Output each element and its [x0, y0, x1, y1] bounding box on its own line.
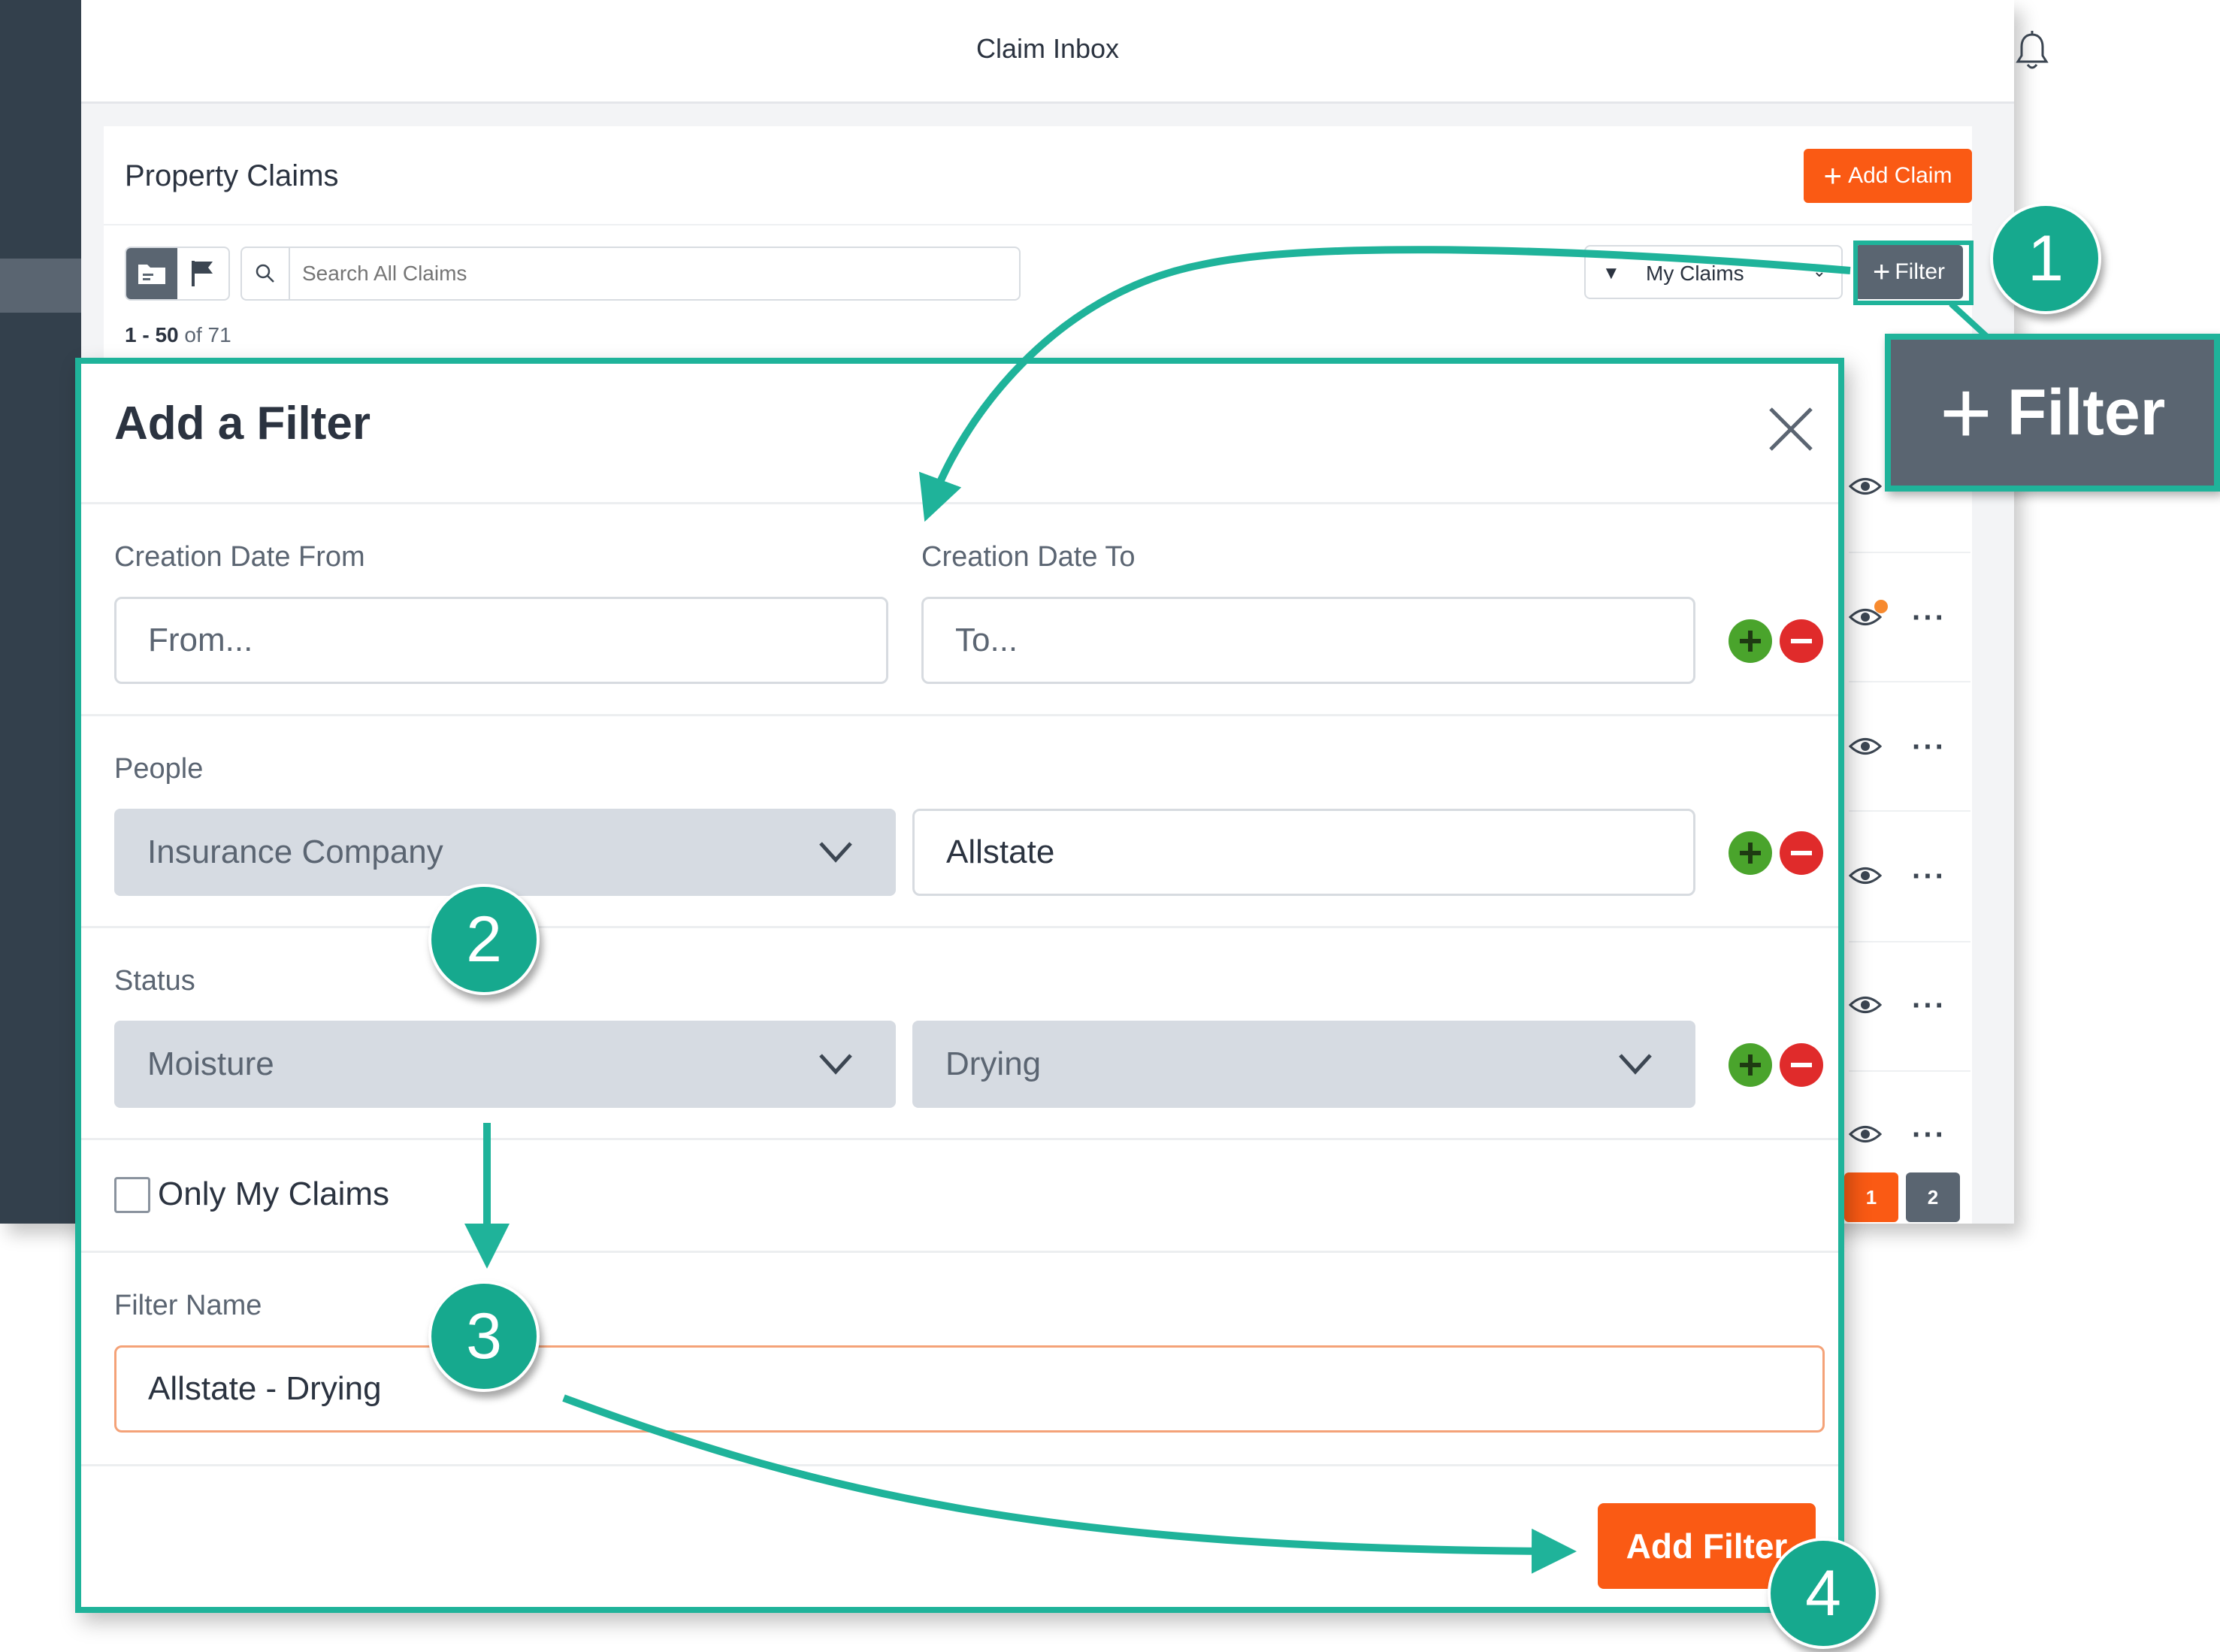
people-value-input[interactable]: Allstate	[912, 809, 1695, 896]
notification-dot	[1874, 600, 1888, 613]
range-start-end: 1 - 50	[125, 323, 179, 346]
remove-row-button[interactable]	[1780, 1043, 1823, 1087]
row-actions: ···	[1849, 1114, 1984, 1159]
zoomed-filter-label: Filter	[2007, 376, 2166, 449]
more-options-icon[interactable]: ···	[1912, 860, 1946, 894]
add-claim-label: Add Claim	[1848, 163, 1952, 188]
range-total: of 71	[184, 323, 231, 346]
more-options-icon[interactable]: ···	[1912, 601, 1946, 635]
folder-view-button[interactable]	[126, 248, 177, 299]
row-actions: ···	[1849, 855, 1984, 900]
plus-icon	[1740, 631, 1761, 652]
card-title: Property Claims	[125, 159, 339, 192]
eye-icon[interactable]	[1849, 994, 1882, 1016]
filter-button-highlight	[1853, 241, 1974, 305]
row-divider	[1849, 1070, 1970, 1072]
add-filter-modal: Add a Filter Creation Date From Creation…	[75, 358, 1844, 1613]
step-2-badge: 2	[428, 884, 540, 995]
people-label: People	[114, 753, 204, 785]
add-claim-button[interactable]: + Add Claim	[1804, 149, 1972, 203]
flag-icon	[192, 261, 213, 286]
filter-name-label: Filter Name	[114, 1290, 262, 1321]
minus-icon	[1791, 639, 1812, 643]
remove-row-button[interactable]	[1780, 619, 1823, 663]
only-my-claims-checkbox[interactable]	[114, 1177, 150, 1213]
chevron-down-icon	[819, 842, 852, 863]
pagination-page-1[interactable]: 1	[1844, 1172, 1898, 1222]
add-row-button[interactable]	[1729, 1043, 1772, 1087]
row-divider	[1849, 681, 1970, 682]
row-divider	[1849, 941, 1970, 942]
top-bar: Claim Inbox	[81, 0, 2049, 104]
step-4-badge: 4	[1768, 1538, 1879, 1649]
status-label: Status	[114, 965, 195, 997]
divider	[81, 1138, 1838, 1140]
minus-icon	[1791, 851, 1812, 855]
tutorial-stage: Claim Inbox Property Claims + Add Claim	[0, 0, 2220, 1652]
chevron-down-icon	[1619, 1054, 1652, 1075]
divider	[81, 926, 1838, 928]
left-nav-active-item[interactable]	[0, 259, 81, 313]
minus-icon	[1791, 1063, 1812, 1067]
close-icon[interactable]	[1765, 403, 1817, 455]
remove-row-button[interactable]	[1780, 831, 1823, 875]
search-input[interactable]	[302, 248, 978, 299]
plus-icon	[1740, 843, 1761, 864]
bell-icon[interactable]	[2014, 30, 2050, 72]
row-actions: ···	[1849, 726, 1984, 771]
eye-icon[interactable]	[1849, 1123, 1882, 1145]
divider	[81, 714, 1838, 716]
people-type-select[interactable]: Insurance Company	[114, 809, 896, 896]
flag-view-button[interactable]	[177, 248, 228, 299]
status-value-select[interactable]: Drying	[912, 1021, 1695, 1108]
status-type-value: Moisture	[147, 1045, 274, 1082]
more-options-icon[interactable]: ···	[1912, 989, 1946, 1023]
creation-date-from-label: Creation Date From	[114, 541, 365, 573]
chevron-down-icon	[819, 1054, 852, 1075]
row-divider	[1849, 552, 1970, 553]
add-row-button[interactable]	[1729, 619, 1772, 663]
filter-name-input[interactable]: Allstate - Drying	[114, 1345, 1825, 1433]
row-actions: ···	[1849, 985, 1984, 1030]
eye-icon[interactable]	[1849, 475, 1882, 498]
divider	[81, 502, 1838, 504]
view-toggle	[125, 247, 230, 301]
search-icon	[256, 264, 274, 283]
result-range: 1 - 50 of 71	[125, 323, 231, 347]
people-type-value: Insurance Company	[147, 834, 443, 870]
page-title: Claim Inbox	[975, 33, 1120, 64]
plus-icon	[1740, 1054, 1761, 1076]
my-claims-select[interactable]: ▼ My Claims ⌄	[1584, 245, 1843, 299]
funnel-icon: ▼	[1602, 263, 1620, 283]
search-icon-wrap	[242, 248, 290, 299]
step-1-badge: 1	[1990, 203, 2101, 314]
divider	[81, 1251, 1838, 1253]
chevron-down-icon: ⌄	[1812, 262, 1826, 280]
more-options-icon[interactable]: ···	[1912, 1118, 1946, 1152]
eye-icon[interactable]	[1849, 735, 1882, 758]
divider	[81, 1464, 1838, 1466]
plus-icon: +	[1823, 158, 1843, 193]
pagination-page-2[interactable]: 2	[1906, 1172, 1960, 1222]
zoomed-filter-button: + Filter	[1885, 334, 2220, 492]
more-options-icon[interactable]: ···	[1912, 731, 1946, 764]
row-actions: ···	[1849, 597, 1984, 642]
only-my-claims-label: Only My Claims	[158, 1175, 390, 1212]
date-from-input[interactable]: From...	[114, 597, 888, 684]
divider	[104, 224, 1972, 225]
creation-date-to-label: Creation Date To	[921, 541, 1136, 573]
date-to-input[interactable]: To...	[921, 597, 1695, 684]
status-value: Drying	[945, 1045, 1042, 1082]
plus-icon: +	[1939, 362, 1992, 463]
folder-icon	[138, 265, 165, 284]
modal-title: Add a Filter	[114, 398, 371, 449]
row-divider	[1849, 810, 1970, 812]
status-type-select[interactable]: Moisture	[114, 1021, 896, 1108]
search-box	[240, 247, 1021, 301]
left-nav-sidebar	[0, 0, 81, 1224]
my-claims-value: My Claims	[1646, 262, 1744, 285]
step-3-badge: 3	[428, 1281, 540, 1392]
eye-icon[interactable]	[1849, 864, 1882, 887]
add-row-button[interactable]	[1729, 831, 1772, 875]
